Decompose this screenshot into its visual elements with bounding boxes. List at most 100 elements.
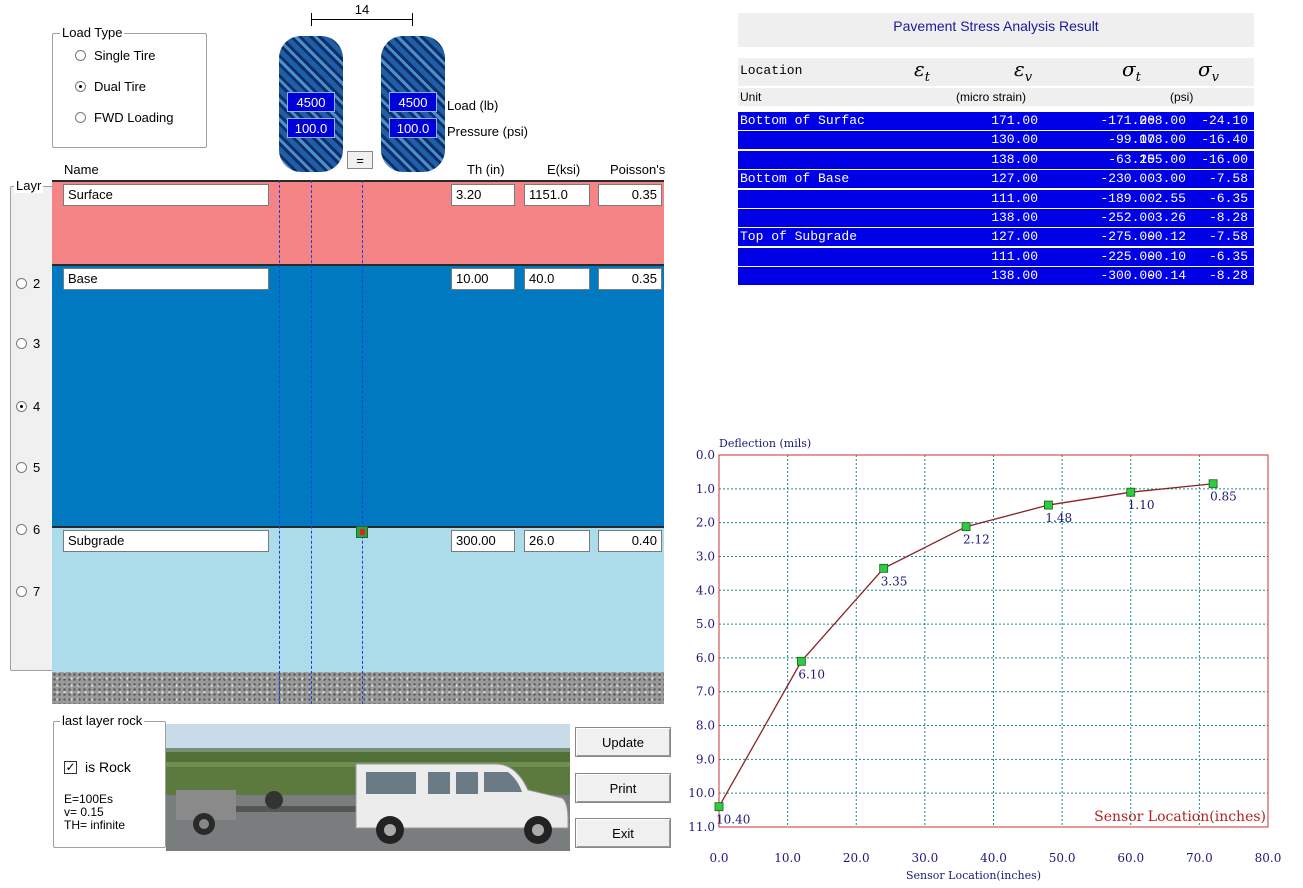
radio-layers-2-label: 2 — [33, 276, 41, 291]
is-rock-checkbox[interactable]: ✓ — [64, 760, 77, 774]
layer-3-name-input[interactable]: Subgrade — [63, 530, 269, 552]
layer-2-th-input[interactable]: 10.00 — [451, 268, 515, 290]
symbol-sigma-t-base: σ — [1122, 57, 1136, 81]
x-tick-label: 70.0 — [1186, 851, 1213, 865]
layer-2-name-input[interactable]: Base — [63, 268, 269, 290]
data-point-marker[interactable] — [879, 563, 889, 573]
right-tire-pressure[interactable]: 100.0 — [389, 118, 437, 138]
update-button[interactable]: Update — [575, 727, 671, 757]
y-tick-label: 9.0 — [696, 752, 715, 766]
layer-1-poisson-input[interactable]: 0.35 — [598, 184, 662, 206]
x-axis-label: Sensor Location(inches) — [906, 869, 1041, 882]
print-button[interactable]: Print — [575, 773, 671, 803]
symbol-sigma-t-sub: t — [1135, 70, 1141, 85]
data-point-marker[interactable] — [1208, 479, 1218, 489]
radio-layers-2-circle[interactable] — [16, 278, 27, 289]
left-tire-pressure[interactable]: 100.0 — [287, 118, 335, 138]
radio-layers-3-circle[interactable] — [16, 338, 27, 349]
fwd-van-photo-drawing — [166, 748, 570, 844]
results-cell-st: 3.26 — [1154, 210, 1186, 225]
rock-poisson-text: v= 0.15 — [64, 805, 104, 819]
data-point-marker[interactable] — [961, 522, 971, 532]
left-tire: 4500 100.0 — [279, 36, 343, 172]
layer-3-poisson-input[interactable]: 0.40 — [598, 530, 662, 552]
results-cell-et: 111.00 — [991, 248, 1038, 264]
data-point-marker[interactable] — [1043, 500, 1053, 510]
symbol-epsilon-t-sub: t — [924, 70, 930, 85]
results-unit-stress: (psi) — [1170, 90, 1194, 104]
rock-modulus-text: E=100Es — [64, 792, 114, 806]
layer-1-name-input[interactable]: Surface — [63, 184, 269, 206]
results-cell-loc: Bottom of Base — [740, 171, 850, 187]
results-cell-sv: -16.00 — [1201, 151, 1248, 167]
results-cell-st: 178.00 — [1139, 132, 1186, 148]
load-label: Load (lb) — [447, 98, 499, 113]
results-cell-loc: Bottom of Surfac — [740, 113, 865, 128]
radio-layers-7[interactable]: 7 — [16, 584, 40, 599]
radio-dual-tire[interactable]: Dual Tire — [75, 79, 146, 94]
results-cell-et: 138.00 — [991, 151, 1038, 167]
radio-layers-2[interactable]: 2 — [16, 276, 40, 291]
data-point-marker[interactable] — [1126, 487, 1136, 497]
radio-layers-7-circle[interactable] — [16, 586, 27, 597]
radio-layers-4[interactable]: 4 — [16, 399, 40, 414]
data-point-label: 2.12 — [963, 533, 990, 547]
layer-count-legend: Layr — [14, 178, 44, 193]
radio-layers-6[interactable]: 6 — [16, 522, 40, 537]
x-tick-label: 50.0 — [1049, 851, 1076, 865]
pressure-label: Pressure (psi) — [447, 124, 528, 139]
results-cell-ev: -252.00 — [1100, 210, 1155, 225]
results-row: 138.00 -252.00 3.26 -8.28 — [738, 209, 1254, 227]
data-point-marker[interactable] — [796, 656, 806, 666]
layer-1-e-input[interactable]: 1151.0 — [524, 184, 590, 206]
data-point-label: 10.40 — [716, 813, 750, 827]
results-cell-et: 127.00 — [991, 171, 1038, 187]
rock-group-legend: last layer rock — [60, 713, 145, 728]
radio-single-tire[interactable]: Single Tire — [75, 48, 155, 63]
y-tick-label: 0.0 — [696, 448, 715, 462]
results-cell-et: 127.00 — [991, 229, 1038, 245]
data-point-label: 1.10 — [1128, 498, 1155, 512]
radio-dual-tire-circle[interactable] — [75, 81, 86, 92]
symbol-epsilon-v-base: ε — [1014, 57, 1025, 81]
equal-button[interactable]: = — [347, 151, 373, 169]
radio-layers-6-circle[interactable] — [16, 524, 27, 535]
tire-spacing-dimension: 14 — [311, 2, 413, 30]
layer-1-th-input[interactable]: 3.20 — [451, 184, 515, 206]
radio-fwd-loading[interactable]: FWD Loading — [75, 110, 173, 125]
radio-layers-5-label: 5 — [33, 460, 41, 475]
left-tire-load[interactable]: 4500 — [287, 92, 335, 112]
right-tire-load[interactable]: 4500 — [389, 92, 437, 112]
y-tick-label: 1.0 — [696, 482, 715, 496]
radio-single-tire-circle[interactable] — [75, 50, 86, 61]
results-cell-sv: -7.58 — [1208, 229, 1248, 245]
radio-layers-3[interactable]: 3 — [16, 336, 40, 351]
layer-3-e-input[interactable]: 26.0 — [524, 530, 590, 552]
is-rock-checkbox-row[interactable]: ✓ is Rock — [64, 759, 131, 775]
dimension-line — [311, 19, 413, 20]
load-type-legend: Load Type — [60, 25, 125, 40]
symbol-epsilon-v-sub: v — [1024, 70, 1033, 85]
data-point-label: 3.35 — [881, 574, 908, 588]
results-title: Pavement Stress Analysis Result — [738, 13, 1254, 47]
layer-base — [52, 264, 664, 526]
layer-2-poisson-input[interactable]: 0.35 — [598, 268, 662, 290]
radio-fwd-loading-circle[interactable] — [75, 112, 86, 123]
radio-single-tire-label: Single Tire — [94, 48, 156, 63]
layer-2-e-input[interactable]: 40.0 — [524, 268, 590, 290]
radio-layers-5-circle[interactable] — [16, 462, 27, 473]
y-tick-label: 4.0 — [696, 583, 715, 597]
header-poisson: Poisson's — [610, 162, 666, 177]
data-point-label: 6.10 — [798, 667, 825, 681]
radio-layers-4-circle[interactable] — [16, 401, 27, 412]
right-tire: 4500 100.0 — [381, 36, 445, 172]
results-cell-st: 155.00 — [1139, 151, 1186, 167]
radio-layers-5[interactable]: 5 — [16, 460, 40, 475]
results-cell-st: 268.00 — [1139, 113, 1186, 128]
layer-3-th-input[interactable]: 300.00 — [451, 530, 515, 552]
evaluation-point-marker[interactable] — [356, 526, 368, 538]
data-point-marker[interactable] — [714, 802, 724, 812]
exit-button[interactable]: Exit — [575, 818, 671, 848]
results-cell-st: -0.12 — [1146, 229, 1186, 245]
y-tick-label: 11.0 — [688, 820, 715, 834]
